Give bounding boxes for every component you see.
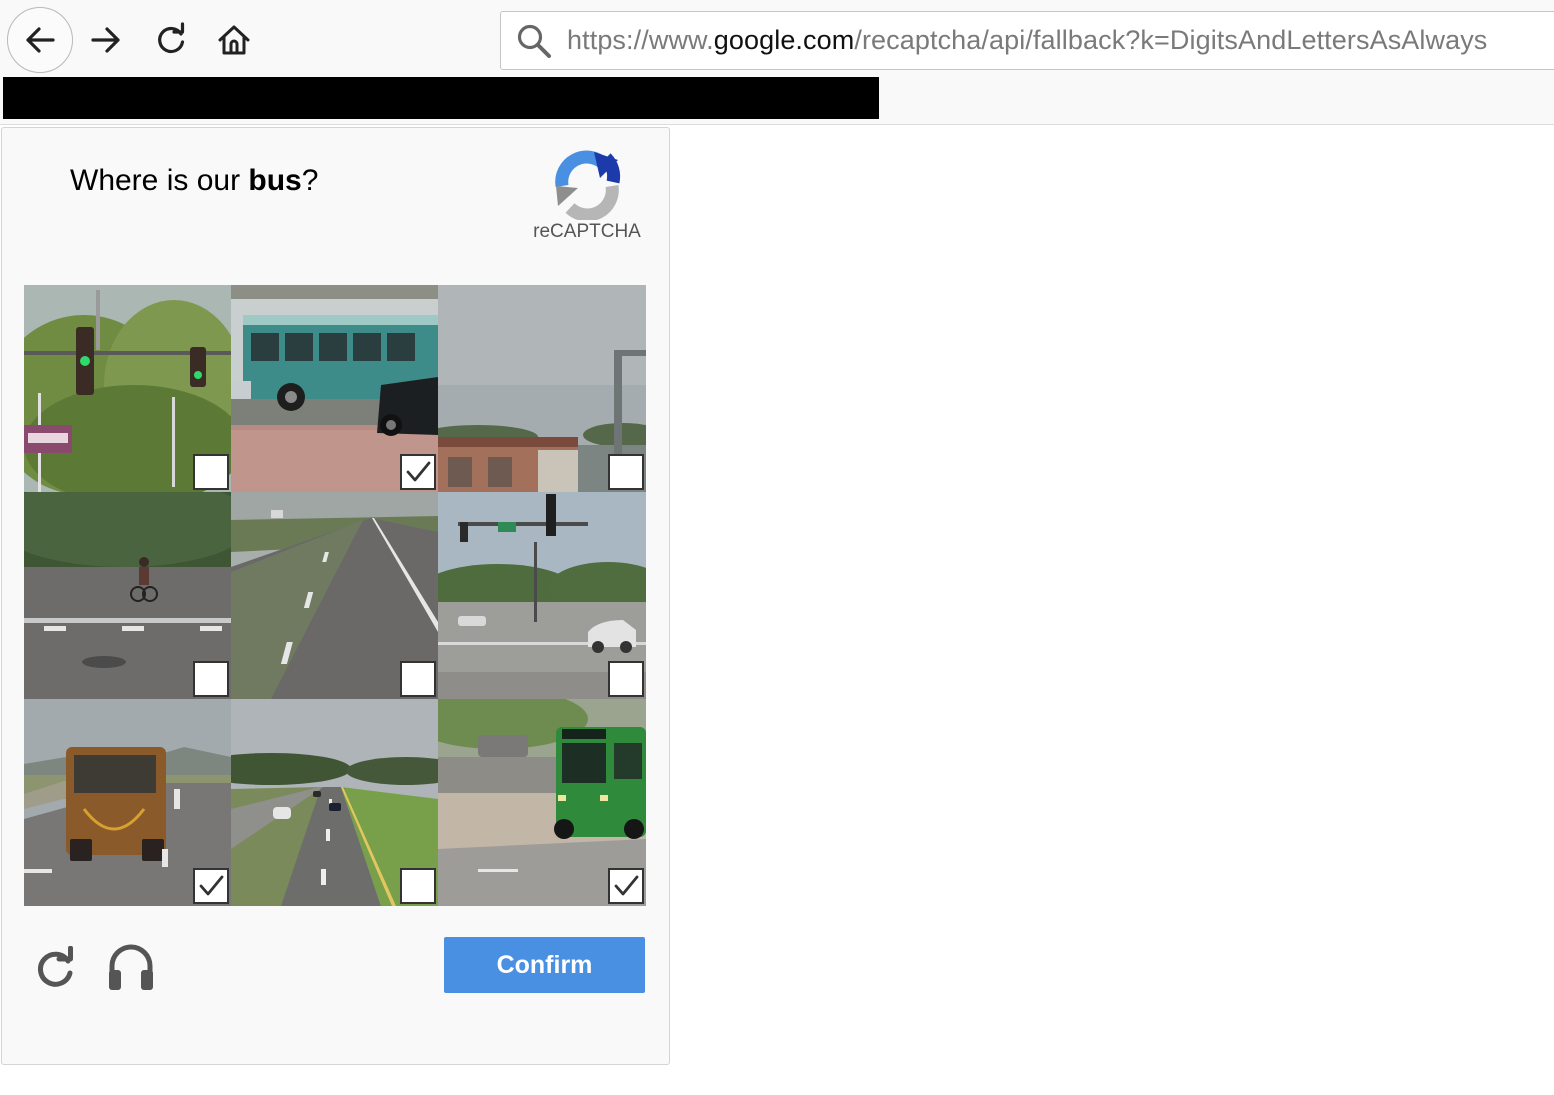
recaptcha-widget: Where is our bus? reCAPTCHA Confirm [1,127,670,1065]
tile-checkbox[interactable] [400,868,436,904]
arrow-left-icon [26,27,55,53]
image-tile[interactable] [231,492,438,699]
url-path: /recaptcha/api/fallback?k=DigitsAndLette… [854,25,1488,55]
address-bar[interactable]: https://www.google.com/recaptcha/api/fal… [500,11,1554,70]
back-button[interactable] [7,7,73,73]
redacted-block [3,77,879,119]
image-tile[interactable] [231,285,438,492]
tile-checkbox[interactable] [608,868,644,904]
checkmark-icon [614,875,639,896]
browser-toolbar: https://www.google.com/recaptcha/api/fal… [0,0,1554,75]
tile-checkbox[interactable] [608,661,644,697]
image-tile[interactable] [24,285,231,492]
home-button[interactable] [212,18,256,62]
home-icon [218,25,250,55]
url-prefix: https://www. [567,25,714,55]
tile-checkbox[interactable] [193,454,229,490]
headphones-icon[interactable] [106,940,156,992]
tile-checkbox[interactable] [400,661,436,697]
image-grid [24,285,646,906]
url-text[interactable]: https://www.google.com/recaptcha/api/fal… [567,25,1487,56]
arrow-right-icon [91,27,120,53]
image-tile[interactable] [24,492,231,699]
checkmark-icon [406,461,431,482]
prompt-text: Where is our [70,164,249,197]
image-tile[interactable] [438,492,646,699]
image-tile[interactable] [24,699,231,906]
search-icon [501,13,567,69]
prompt-end: ? [301,164,319,197]
image-tile[interactable] [438,285,646,492]
image-tile[interactable] [438,699,646,906]
recaptcha-logo-icon [555,150,621,220]
confirm-button[interactable]: Confirm [444,937,645,993]
image-tile[interactable] [231,699,438,906]
bookmarks-bar [0,75,1554,125]
tile-checkbox[interactable] [608,454,644,490]
reload-button[interactable] [149,18,193,62]
prompt-keyword: bus [248,164,302,197]
tile-checkbox[interactable] [400,454,436,490]
url-domain: google.com [713,25,855,55]
tile-checkbox[interactable] [193,868,229,904]
tile-checkbox[interactable] [193,661,229,697]
new-challenge-reload-icon[interactable] [32,946,78,992]
recaptcha-brand: reCAPTCHA [533,221,641,242]
checkmark-icon [199,875,224,896]
reload-icon [158,22,185,54]
forward-button[interactable] [84,18,128,62]
challenge-prompt: Where is our bus? [70,164,318,198]
